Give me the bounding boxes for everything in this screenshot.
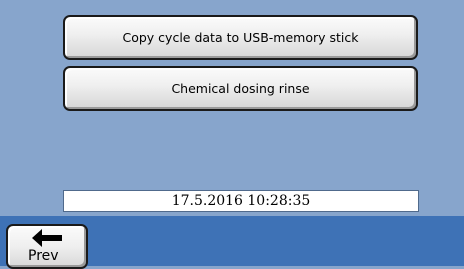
copy-cycle-data-label: Copy cycle data to USB-memory stick [122, 30, 359, 45]
prev-label: Prev [28, 248, 59, 264]
copy-cycle-data-button[interactable]: Copy cycle data to USB-memory stick [63, 15, 418, 60]
prev-button[interactable]: Prev [6, 224, 88, 269]
chemical-dosing-rinse-button[interactable]: Chemical dosing rinse [63, 66, 418, 111]
arrow-left-icon [32, 229, 62, 247]
datetime-display: 17.5.2016 10:28:35 [63, 190, 419, 212]
screen: Copy cycle data to USB-memory stick Chem… [0, 0, 464, 269]
chemical-dosing-rinse-label: Chemical dosing rinse [171, 81, 310, 96]
datetime-text: 17.5.2016 10:28:35 [171, 193, 311, 209]
